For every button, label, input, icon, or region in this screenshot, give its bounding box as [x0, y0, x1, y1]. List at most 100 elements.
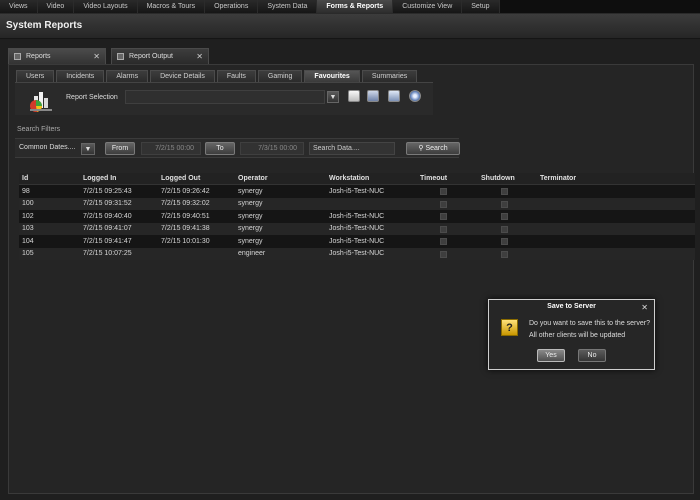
timeout-checkbox[interactable]	[440, 238, 447, 245]
cell-id: 104	[22, 237, 34, 245]
main-area: Reports ✕ Report Output ✕ Users Incident…	[0, 40, 700, 500]
tab-report-output[interactable]: Report Output ✕	[111, 48, 209, 64]
column-header-logged-in[interactable]: Logged In	[83, 175, 116, 182]
chart-icon	[30, 92, 52, 112]
table-row[interactable]: 100 7/2/15 09:31:52 7/2/15 09:32:02 syne…	[19, 197, 695, 210]
search-input[interactable]: Search Data....	[309, 142, 395, 155]
close-icon[interactable]: ✕	[93, 52, 100, 61]
tab-gaming[interactable]: Gaming	[257, 70, 303, 82]
cell-workstation: Josh-i5-Test-NUC	[329, 250, 385, 257]
table-header: Id Logged In Logged Out Operator Worksta…	[19, 173, 695, 185]
tab-reports[interactable]: Reports ✕	[8, 48, 106, 64]
chevron-down-icon[interactable]: ▼	[327, 91, 339, 103]
nav-item-macros-tours[interactable]: Macros & Tours	[137, 0, 206, 13]
report-selection-combo[interactable]	[125, 90, 325, 104]
nav-item-views[interactable]: Views	[0, 0, 38, 13]
cell-operator: synergy	[238, 212, 263, 220]
close-icon[interactable]: ✕	[641, 303, 648, 312]
cell-id: 100	[22, 200, 34, 207]
cell-logged-out: 7/2/15 09:40:51	[161, 212, 210, 220]
nav-item-forms-reports[interactable]: Forms & Reports	[317, 0, 394, 13]
timeout-checkbox[interactable]	[440, 213, 447, 220]
tab-faults[interactable]: Faults	[216, 70, 256, 82]
timeout-checkbox[interactable]	[440, 250, 447, 258]
column-header-shutdown[interactable]: Shutdown	[481, 175, 515, 182]
dialog-title: Save to Server	[547, 303, 596, 310]
cell-logged-out: 7/2/15 10:01:30	[161, 237, 210, 245]
cell-logged-out: 7/2/15 09:32:02	[161, 200, 210, 207]
tab-device-details[interactable]: Device Details	[150, 70, 215, 82]
shutdown-checkbox[interactable]	[501, 250, 508, 258]
nav-item-video-layouts[interactable]: Video Layouts	[74, 0, 138, 13]
to-date-field[interactable]: 7/3/15 00:00	[240, 142, 304, 155]
shutdown-checkbox[interactable]	[501, 213, 508, 220]
tab-reports-label: Reports	[26, 53, 51, 60]
cell-operator: synergy	[238, 237, 263, 245]
common-dates-select[interactable]: Common Dates....	[19, 144, 75, 151]
yes-button[interactable]: Yes	[537, 349, 565, 362]
shutdown-checkbox[interactable]	[501, 188, 508, 195]
cell-operator: synergy	[238, 225, 263, 232]
timeout-checkbox[interactable]	[440, 225, 447, 233]
report-selection-bar: Report Selection ▼	[15, 82, 433, 115]
nav-item-operations[interactable]: Operations	[205, 0, 259, 13]
report-icon	[117, 53, 124, 60]
tab-users[interactable]: Users	[16, 70, 55, 82]
cell-logged-in: 7/2/15 09:40:40	[83, 212, 132, 220]
timeout-checkbox[interactable]	[440, 188, 447, 195]
save-as-icon[interactable]	[388, 90, 400, 102]
nav-item-setup[interactable]: Setup	[462, 0, 500, 13]
column-header-workstation[interactable]: Workstation	[329, 175, 369, 182]
column-header-timeout[interactable]: Timeout	[420, 175, 447, 182]
cell-operator: engineer	[238, 250, 266, 257]
cell-id: 103	[22, 225, 34, 232]
nav-item-video[interactable]: Video	[37, 0, 75, 13]
column-header-id[interactable]: Id	[22, 175, 28, 182]
table-row[interactable]: 102 7/2/15 09:40:40 7/2/15 09:40:51 syne…	[19, 210, 695, 223]
shutdown-checkbox[interactable]	[501, 238, 508, 245]
column-header-operator[interactable]: Operator	[238, 175, 268, 182]
cell-logged-in: 7/2/15 09:41:47	[83, 237, 132, 245]
tab-summaries[interactable]: Summaries	[361, 70, 418, 82]
timeout-checkbox[interactable]	[440, 200, 447, 208]
tab-report-output-label: Report Output	[129, 53, 173, 60]
report-icon	[14, 53, 21, 60]
cell-workstation: Josh-i5-Test-NUC	[329, 212, 385, 220]
nav-item-system-data[interactable]: System Data	[258, 0, 318, 13]
cell-logged-in: 7/2/15 09:25:43	[83, 187, 132, 195]
tab-favourites[interactable]: Favourites	[304, 70, 360, 82]
shutdown-checkbox[interactable]	[501, 225, 508, 233]
dialog-message-detail: All other clients will be updated	[529, 332, 626, 339]
cell-id: 105	[22, 250, 34, 257]
table-row[interactable]: 104 7/2/15 09:41:47 7/2/15 10:01:30 syne…	[19, 235, 695, 248]
tab-incidents[interactable]: Incidents	[56, 70, 105, 82]
to-button[interactable]: To	[205, 142, 235, 155]
column-header-terminator[interactable]: Terminator	[540, 175, 576, 182]
search-button[interactable]: ⚲ Search	[406, 142, 460, 155]
no-button[interactable]: No	[578, 349, 606, 362]
table-row[interactable]: 98 7/2/15 09:25:43 7/2/15 09:26:42 syner…	[19, 185, 695, 198]
table-row[interactable]: 105 7/2/15 10:07:25 engineer Josh-i5-Tes…	[19, 247, 695, 260]
nav-item-customize-view[interactable]: Customize View	[393, 0, 463, 13]
cell-operator: synergy	[238, 200, 263, 207]
question-icon: ?	[501, 319, 518, 336]
column-header-logged-out[interactable]: Logged Out	[161, 175, 200, 182]
search-button-label: Search	[425, 145, 448, 152]
chevron-down-icon[interactable]: ▼	[81, 143, 95, 155]
table-row[interactable]: 103 7/2/15 09:41:07 7/2/15 09:41:38 syne…	[19, 222, 695, 235]
save-icon[interactable]	[367, 90, 379, 102]
cell-logged-in: 7/2/15 09:31:52	[83, 200, 132, 207]
from-button[interactable]: From	[105, 142, 135, 155]
new-document-icon[interactable]	[348, 90, 360, 102]
filter-bar: Common Dates.... ▼ From 7/2/15 00:00 To …	[15, 138, 460, 158]
tab-alarms[interactable]: Alarms	[106, 70, 149, 82]
dialog-message: Do you want to save this to the server?	[529, 320, 651, 327]
cell-logged-out: 7/2/15 09:41:38	[161, 225, 210, 232]
page-title: System Reports	[6, 20, 83, 31]
close-icon[interactable]: ✕	[196, 52, 203, 61]
shutdown-checkbox[interactable]	[501, 200, 508, 208]
cell-workstation: Josh-i5-Test-NUC	[329, 237, 385, 245]
cell-logged-in: 7/2/15 10:07:25	[83, 250, 132, 257]
from-date-field[interactable]: 7/2/15 00:00	[141, 142, 201, 155]
settings-icon[interactable]	[409, 90, 421, 102]
